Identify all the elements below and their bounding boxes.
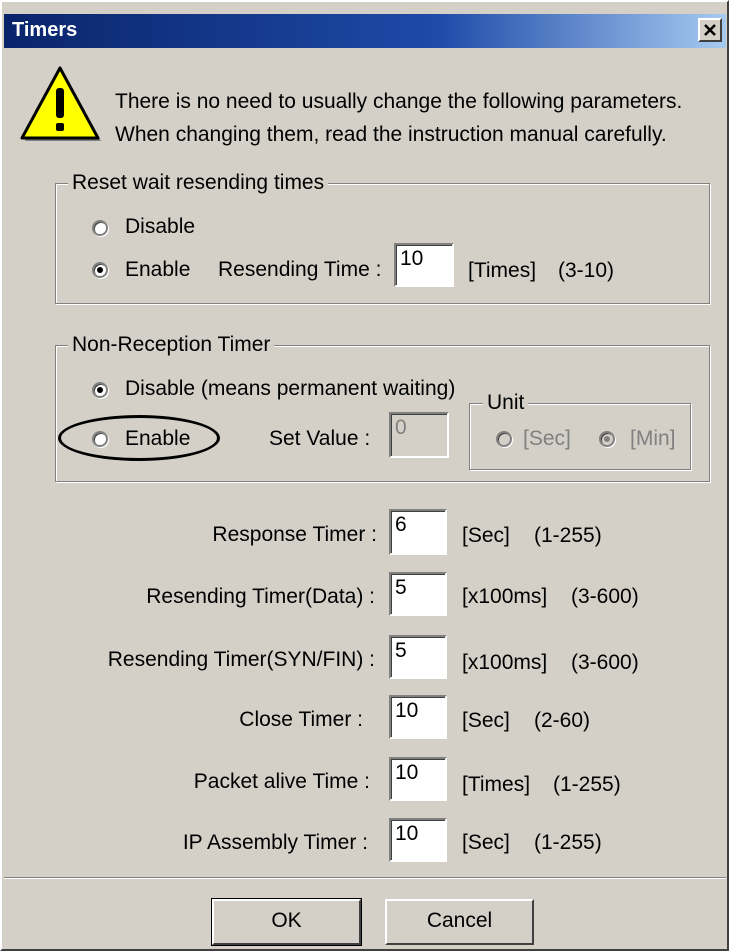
close-timer-unit: [Sec]	[462, 709, 510, 732]
response-timer-unit: [Sec]	[462, 524, 510, 547]
resending-time-range: (3-10)	[558, 259, 615, 282]
close-timer-label: Close Timer :	[239, 708, 363, 731]
highlight-ellipse	[58, 415, 220, 461]
warning-text-line2: When changing them, read the instruction…	[115, 123, 667, 146]
ok-button[interactable]: OK	[211, 898, 362, 946]
unit-min-label[interactable]: [Min]	[630, 427, 676, 451]
radio-selected-dot	[97, 267, 103, 273]
close-timer-range: (2-60)	[534, 709, 591, 732]
resending-synfin-timer-input[interactable]: 5	[389, 635, 447, 679]
non-reception-group-label: Non-Reception Timer	[68, 333, 275, 357]
reset-wait-group-label: Reset wait resending times	[68, 171, 329, 195]
packet-alive-label: Packet alive Time :	[193, 770, 370, 793]
set-value-label: Set Value :	[269, 427, 371, 450]
ip-assembly-timer-unit: [Sec]	[462, 831, 510, 854]
reset-disable-label[interactable]: Disable	[125, 215, 195, 239]
nonreception-disable-label[interactable]: Disable (means permanent waiting)	[125, 377, 455, 401]
reset-disable-radio[interactable]	[92, 220, 108, 236]
unit-group-label: Unit	[483, 391, 529, 415]
timers-dialog: Timers There is no need to usually chang…	[0, 0, 729, 951]
nonreception-disable-radio[interactable]	[92, 382, 108, 398]
ip-assembly-timer-input[interactable]: 10	[389, 818, 447, 862]
footer-separator	[4, 877, 726, 879]
packet-alive-unit: [Times]	[462, 773, 531, 796]
packet-alive-range: (1-255)	[553, 773, 621, 796]
warning-text-line1: There is no need to usually change the f…	[115, 90, 683, 113]
resending-synfin-timer-range: (3-600)	[571, 651, 639, 674]
close-button[interactable]	[698, 18, 722, 42]
ip-assembly-timer-range: (1-255)	[534, 831, 602, 854]
cancel-button[interactable]: Cancel	[385, 899, 534, 945]
radio-selected-dot	[604, 436, 610, 442]
resending-synfin-timer-unit: [x100ms]	[462, 651, 548, 674]
response-timer-input[interactable]: 6	[389, 509, 447, 555]
reset-wait-group	[55, 183, 710, 304]
resending-data-timer-range: (3-600)	[571, 585, 639, 608]
packet-alive-input[interactable]: 10	[389, 757, 447, 801]
resending-data-timer-label: Resending Timer(Data) :	[146, 585, 375, 608]
resending-data-timer-unit: [x100ms]	[462, 585, 548, 608]
set-value-input[interactable]: 0	[389, 412, 449, 458]
warning-icon	[20, 66, 101, 141]
unit-sec-label[interactable]: [Sec]	[523, 427, 571, 451]
resending-time-unit: [Times]	[468, 259, 537, 282]
title-bar[interactable]: Timers	[4, 14, 726, 48]
unit-min-radio[interactable]	[599, 431, 615, 447]
resending-synfin-timer-label: Resending Timer(SYN/FIN) :	[107, 648, 375, 671]
window-title: Timers	[12, 19, 78, 41]
resending-time-label: Resending Time :	[218, 258, 382, 281]
response-timer-label: Response Timer :	[212, 523, 377, 546]
response-timer-range: (1-255)	[534, 524, 602, 547]
radio-selected-dot	[97, 387, 103, 393]
resending-time-input[interactable]: 10	[394, 243, 454, 287]
resending-data-timer-input[interactable]: 5	[389, 572, 447, 616]
ip-assembly-timer-label: IP Assembly Timer :	[182, 831, 368, 854]
close-timer-input[interactable]: 10	[389, 695, 447, 739]
close-icon	[704, 24, 716, 36]
reset-enable-radio[interactable]	[92, 262, 108, 278]
reset-enable-label[interactable]: Enable	[125, 258, 190, 282]
unit-sec-radio[interactable]	[496, 431, 512, 447]
